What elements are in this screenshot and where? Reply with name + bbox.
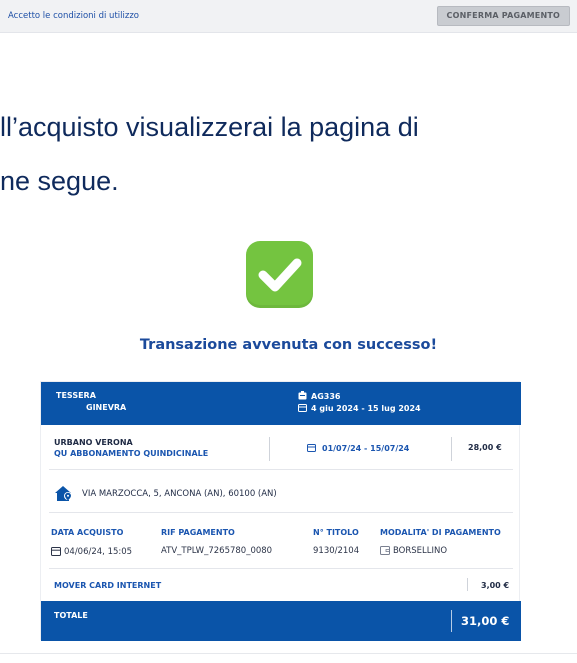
card-name: GINEVRA: [86, 403, 127, 412]
calendar-icon: [307, 444, 316, 452]
payment-ref: ATV_TPLW_7265780_0080: [161, 546, 273, 556]
success-message: Transazione avvenuta con successo!: [139, 337, 438, 353]
total-bar: TOTALE 31,00 €: [41, 601, 521, 641]
address-text: VIA MARZOCCA, 5, ANCONA (AN), 60100 (AN): [82, 489, 277, 499]
top-bar: Accetto le condizioni di utilizzo CONFER…: [0, 0, 577, 33]
divider: [49, 469, 513, 470]
card-code-text: AG336: [311, 392, 341, 401]
service-info: URBANO VERONA QU ABBONAMENTO QUINDICINAL…: [54, 437, 208, 459]
title-number-label: N° TITOLO: [313, 528, 359, 537]
divider: [451, 610, 452, 632]
divider: [269, 437, 270, 461]
divider: [451, 437, 452, 461]
validity-dates: 4 giu 2024 - 15 lug 2024: [298, 403, 421, 413]
payment-ref-label: RIF PAGAMENTO: [161, 528, 235, 537]
service-period: 01/07/24 - 15/07/24: [307, 443, 409, 453]
home-location-icon: [55, 486, 72, 501]
calendar-icon: [298, 404, 307, 412]
payment-method-label: MODALITA' DI PAGAMENTO: [380, 528, 501, 537]
subscription-name: QU ABBONAMENTO QUINDICINALE: [54, 449, 209, 458]
success-check-icon: [246, 241, 313, 308]
fee-price: 3,00 €: [481, 581, 510, 590]
intro-line-1: ll’acquisto visualizzerai la pagina di: [0, 112, 419, 142]
purchase-date: 04/06/24, 15:05: [51, 546, 132, 557]
badge-icon: [298, 391, 307, 400]
total-value: 31,00 €: [461, 614, 510, 628]
purchase-date-label: DATA ACQUISTO: [51, 528, 124, 537]
card-label: TESSERA: [56, 391, 96, 400]
fee-label: MOVER CARD INTERNET: [54, 581, 162, 590]
total-label: TOTALE: [54, 611, 88, 620]
payment-method-text: BORSELLINO: [393, 546, 448, 556]
confirm-payment-button[interactable]: CONFERMA PAGAMENTO: [436, 6, 570, 26]
terms-checkbox-label[interactable]: Accetto le condizioni di utilizzo: [8, 11, 139, 21]
divider: [49, 568, 513, 569]
wallet-icon: [380, 546, 390, 555]
validity-text: 4 giu 2024 - 15 lug 2024: [311, 404, 421, 413]
intro-line-2: ne segue.: [0, 166, 119, 196]
address-row: VIA MARZOCCA, 5, ANCONA (AN), 60100 (AN): [54, 484, 277, 502]
title-number: 9130/2104: [313, 546, 360, 556]
payment-method: BORSELLINO: [380, 546, 447, 556]
divider: [467, 578, 468, 591]
service-period-text: 01/07/24 - 15/07/24: [322, 444, 410, 453]
receipt-header: TESSERA GINEVRA AG336 4 giu 2024 - 15 lu…: [41, 382, 521, 425]
calendar-icon: [51, 547, 61, 556]
service-name: URBANO VERONA: [54, 438, 133, 447]
receipt-card: TESSERA GINEVRA AG336 4 giu 2024 - 15 lu…: [40, 381, 521, 641]
card-code: AG336: [298, 391, 340, 401]
divider: [49, 512, 513, 513]
service-price: 28,00 €: [468, 443, 502, 452]
purchase-date-text: 04/06/24, 15:05: [64, 547, 133, 557]
divider: [0, 653, 577, 654]
